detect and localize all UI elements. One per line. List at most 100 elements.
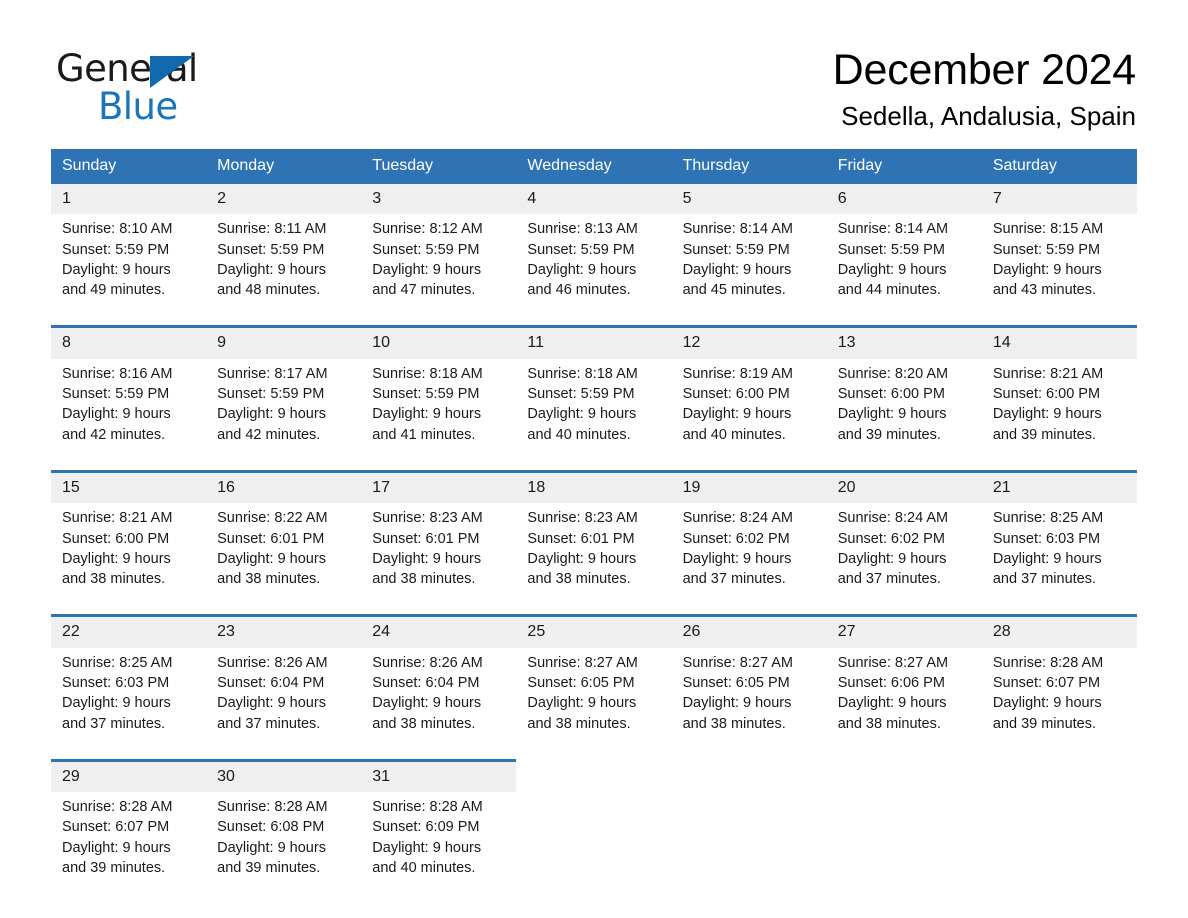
day-number[interactable]: 1 <box>51 184 207 215</box>
logo-text-blue: Blue <box>98 85 178 128</box>
day-cell[interactable]: Sunrise: 8:18 AM Sunset: 5:59 PM Dayligh… <box>516 358 672 472</box>
day-number[interactable]: 11 <box>516 325 672 359</box>
day-cell[interactable]: Sunrise: 8:27 AM Sunset: 6:05 PM Dayligh… <box>516 647 672 761</box>
sunset-text: Sunset: 6:03 PM <box>62 674 170 691</box>
day-number[interactable]: 27 <box>826 614 982 648</box>
day-cell[interactable]: Sunrise: 8:27 AM Sunset: 6:06 PM Dayligh… <box>826 647 982 761</box>
day-cell[interactable]: Sunrise: 8:20 AM Sunset: 6:00 PM Dayligh… <box>826 358 982 472</box>
sunrise-text: Sunrise: 8:24 AM <box>682 510 793 527</box>
day-cell[interactable]: Sunrise: 8:24 AM Sunset: 6:02 PM Dayligh… <box>826 503 982 616</box>
day-number[interactable]: 9 <box>206 325 362 359</box>
daylight-text-line1: Daylight: 9 hours <box>837 695 947 712</box>
daylight-text-line2: and 42 minutes. <box>217 426 321 443</box>
day-number[interactable]: 20 <box>826 469 982 504</box>
sunrise-text: Sunrise: 8:28 AM <box>217 799 328 815</box>
day-number[interactable]: 17 <box>361 469 517 504</box>
weekday-header-friday: Friday <box>826 149 982 185</box>
day-number[interactable]: 12 <box>671 325 827 359</box>
day-number[interactable]: 3 <box>361 184 517 215</box>
day-number[interactable]: 30 <box>206 758 362 792</box>
day-cell[interactable]: Sunrise: 8:10 AM Sunset: 5:59 PM Dayligh… <box>51 214 207 327</box>
day-number[interactable]: 15 <box>51 469 207 504</box>
day-cell[interactable]: Sunrise: 8:23 AM Sunset: 6:01 PM Dayligh… <box>516 503 672 616</box>
day-cell[interactable]: Sunrise: 8:24 AM Sunset: 6:02 PM Dayligh… <box>671 503 827 616</box>
day-cell[interactable]: Sunrise: 8:16 AM Sunset: 5:59 PM Dayligh… <box>51 358 207 472</box>
day-cell[interactable]: Sunrise: 8:12 AM Sunset: 5:59 PM Dayligh… <box>361 214 517 327</box>
day-number[interactable]: 14 <box>981 325 1137 359</box>
sunset-text: Sunset: 5:59 PM <box>372 241 480 258</box>
day-number[interactable]: 28 <box>981 614 1137 648</box>
sunrise-text: Sunrise: 8:17 AM <box>217 365 328 382</box>
day-number[interactable]: 26 <box>671 614 827 648</box>
day-cell[interactable]: Sunrise: 8:28 AM Sunset: 6:07 PM Dayligh… <box>51 792 207 903</box>
week-row-daynumbers: 1 2 3 4 5 6 7 <box>51 184 1137 215</box>
day-number[interactable]: 25 <box>516 614 672 648</box>
daylight-text-line1: Daylight: 9 hours <box>62 695 171 712</box>
day-number[interactable]: 6 <box>826 184 982 215</box>
daylight-text-line2: and 38 minutes. <box>527 715 631 732</box>
day-number[interactable]: 10 <box>361 325 517 359</box>
sunset-text: Sunset: 6:00 PM <box>837 386 945 403</box>
daylight-text-line1: Daylight: 9 hours <box>62 839 171 856</box>
day-number[interactable]: 19 <box>671 469 827 504</box>
day-cell[interactable]: Sunrise: 8:25 AM Sunset: 6:03 PM Dayligh… <box>981 503 1137 616</box>
day-cell[interactable]: Sunrise: 8:25 AM Sunset: 6:03 PM Dayligh… <box>51 647 207 761</box>
day-cell[interactable]: Sunrise: 8:18 AM Sunset: 5:59 PM Dayligh… <box>361 358 517 472</box>
day-cell[interactable]: Sunrise: 8:22 AM Sunset: 6:01 PM Dayligh… <box>206 503 362 616</box>
week-row-details: Sunrise: 8:21 AM Sunset: 6:00 PM Dayligh… <box>51 503 1137 616</box>
day-number[interactable]: 31 <box>361 758 517 792</box>
calendar-page: General Blue December 2024 Sedella, Anda… <box>0 0 1188 918</box>
day-number[interactable]: 16 <box>206 469 362 504</box>
sunrise-text: Sunrise: 8:27 AM <box>527 654 638 671</box>
day-number[interactable]: 13 <box>826 325 982 359</box>
day-cell[interactable]: Sunrise: 8:13 AM Sunset: 5:59 PM Dayligh… <box>516 214 672 327</box>
day-cell[interactable]: Sunrise: 8:21 AM Sunset: 6:00 PM Dayligh… <box>981 358 1137 472</box>
week-row-daynumbers: 29 30 31 <box>51 758 1137 792</box>
sunrise-text: Sunrise: 8:26 AM <box>217 654 328 671</box>
day-number[interactable]: 2 <box>206 184 362 215</box>
day-number[interactable]: 8 <box>51 325 207 359</box>
daylight-text-line2: and 43 minutes. <box>992 282 1097 299</box>
day-cell[interactable]: Sunrise: 8:14 AM Sunset: 5:59 PM Dayligh… <box>671 214 827 327</box>
sunrise-text: Sunrise: 8:28 AM <box>372 799 483 815</box>
weekday-header-saturday: Saturday <box>981 149 1137 185</box>
day-number[interactable]: 4 <box>516 184 672 215</box>
day-cell[interactable]: Sunrise: 8:26 AM Sunset: 6:04 PM Dayligh… <box>361 647 517 761</box>
day-number[interactable]: 7 <box>981 184 1137 215</box>
day-number[interactable]: 23 <box>206 614 362 648</box>
daylight-text-line1: Daylight: 9 hours <box>992 695 1102 712</box>
day-cell[interactable]: Sunrise: 8:19 AM Sunset: 6:00 PM Dayligh… <box>671 358 827 472</box>
daylight-text-line2: and 40 minutes. <box>372 859 476 876</box>
sunset-text: Sunset: 5:59 PM <box>527 386 635 403</box>
day-cell[interactable]: Sunrise: 8:15 AM Sunset: 5:59 PM Dayligh… <box>981 214 1137 327</box>
daylight-text-line1: Daylight: 9 hours <box>217 550 326 567</box>
sunrise-text: Sunrise: 8:11 AM <box>217 221 327 238</box>
daylight-text-line1: Daylight: 9 hours <box>682 550 792 567</box>
sunrise-text: Sunrise: 8:23 AM <box>527 510 638 527</box>
day-cell[interactable]: Sunrise: 8:28 AM Sunset: 6:09 PM Dayligh… <box>361 792 517 903</box>
day-cell[interactable]: Sunrise: 8:23 AM Sunset: 6:01 PM Dayligh… <box>361 503 517 616</box>
sunrise-text: Sunrise: 8:27 AM <box>837 654 949 671</box>
day-cell[interactable]: Sunrise: 8:11 AM Sunset: 5:59 PM Dayligh… <box>206 214 362 327</box>
day-cell[interactable]: Sunrise: 8:17 AM Sunset: 5:59 PM Dayligh… <box>206 358 362 472</box>
day-cell[interactable]: Sunrise: 8:27 AM Sunset: 6:05 PM Dayligh… <box>671 647 827 761</box>
day-cell-empty <box>826 792 982 903</box>
week-row-details: Sunrise: 8:10 AM Sunset: 5:59 PM Dayligh… <box>51 214 1137 327</box>
day-number[interactable]: 24 <box>361 614 517 648</box>
day-number[interactable]: 5 <box>671 184 827 215</box>
day-number[interactable]: 18 <box>516 469 672 504</box>
day-cell[interactable]: Sunrise: 8:28 AM Sunset: 6:08 PM Dayligh… <box>206 792 362 903</box>
daylight-text-line2: and 37 minutes. <box>62 715 166 732</box>
day-number[interactable]: 21 <box>981 469 1137 504</box>
day-cell[interactable]: Sunrise: 8:26 AM Sunset: 6:04 PM Dayligh… <box>206 647 362 761</box>
sunrise-text: Sunrise: 8:23 AM <box>372 510 483 527</box>
day-cell[interactable]: Sunrise: 8:14 AM Sunset: 5:59 PM Dayligh… <box>826 214 982 327</box>
sunrise-text: Sunrise: 8:25 AM <box>62 654 173 671</box>
day-cell[interactable]: Sunrise: 8:28 AM Sunset: 6:07 PM Dayligh… <box>981 647 1137 761</box>
sunrise-sunset-calendar: Sunday Monday Tuesday Wednesday Thursday… <box>51 149 1137 903</box>
day-cell[interactable]: Sunrise: 8:21 AM Sunset: 6:00 PM Dayligh… <box>51 503 207 616</box>
day-number[interactable]: 22 <box>51 614 207 648</box>
day-number[interactable]: 29 <box>51 758 207 792</box>
daylight-text-line2: and 41 minutes. <box>372 426 476 443</box>
daylight-text-line2: and 49 minutes. <box>62 282 166 299</box>
